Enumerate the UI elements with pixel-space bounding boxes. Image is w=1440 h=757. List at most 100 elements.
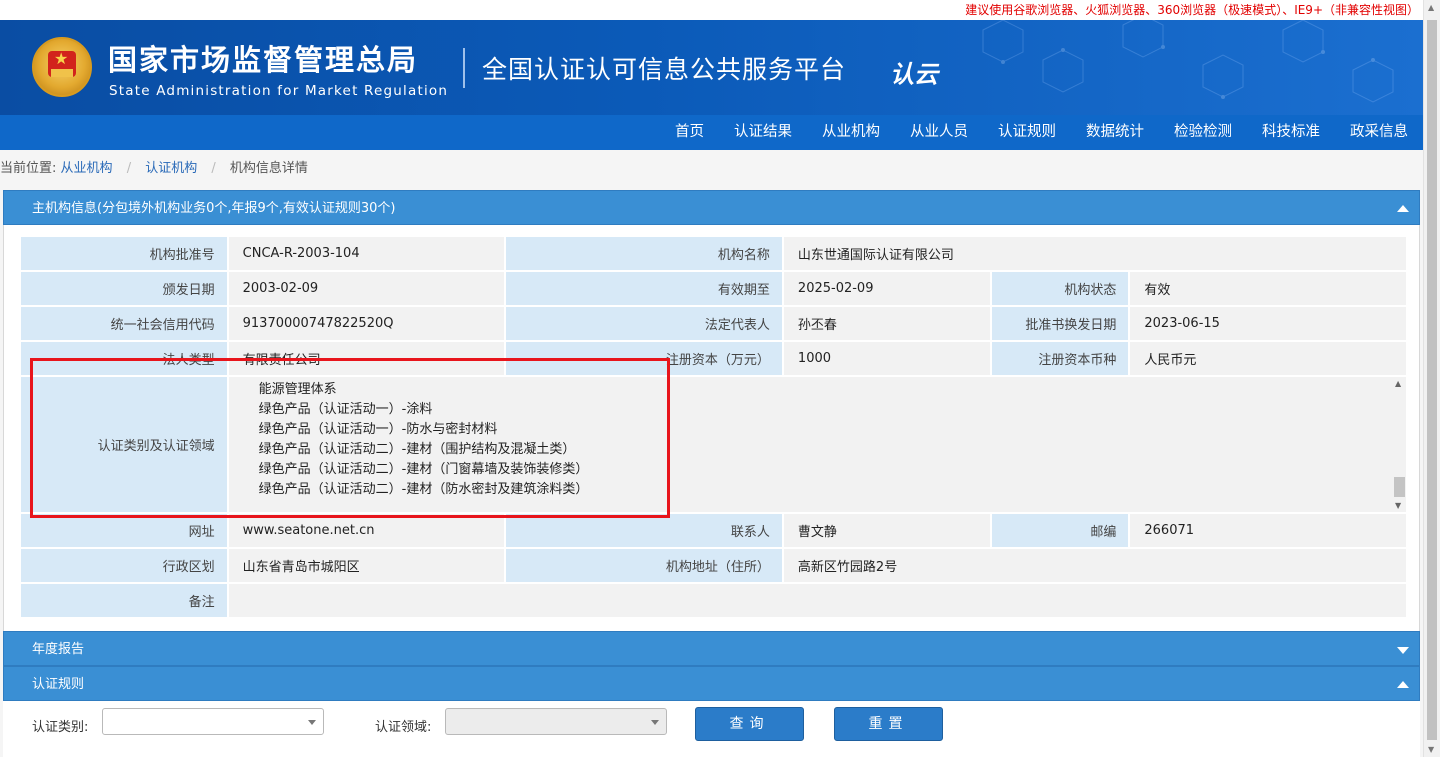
renewal-date-label: 批准书换发日期: [991, 307, 1129, 340]
nav-item-cert-results[interactable]: 认证结果: [719, 115, 807, 150]
scroll-down-icon[interactable]: ▼: [1395, 501, 1401, 510]
field-filter-label: 认证领域:: [375, 720, 432, 735]
issue-date-value: 2003-02-09: [228, 272, 505, 305]
platform-logo: 认云: [890, 59, 938, 89]
breadcrumb-prefix: 当前位置:: [0, 161, 57, 176]
reset-button[interactable]: 重置: [834, 707, 943, 741]
breadcrumb-institutions[interactable]: 从业机构: [61, 161, 113, 176]
address-value: 高新区竹园路2号: [783, 549, 1406, 582]
region-label: 行政区划: [21, 549, 227, 582]
main-info-title: 主机构信息(分包境外机构业务0个,年报9个,有效认证规则30个): [32, 201, 396, 216]
browser-notice: 建议使用谷歌浏览器、火狐浏览器、360浏览器（极速模式）、IE9+（非兼容性视图…: [0, 0, 1423, 20]
national-emblem-icon: ★: [32, 37, 92, 97]
annual-report-title: 年度报告: [32, 642, 85, 657]
scope-scrollbar[interactable]: ▲ ▼: [1392, 377, 1406, 512]
scope-item: 绿色产品（认证活动二）-建材（门窗幕墙及装饰装修类）: [258, 462, 589, 477]
collapse-arrow-icon[interactable]: [1397, 205, 1409, 212]
site-banner: ★ 国家市场监督管理总局 State Administration for Ma…: [0, 20, 1423, 115]
breadcrumb-current: 机构信息详情: [229, 161, 308, 176]
legal-rep-value: 孙丕春: [783, 307, 990, 340]
breadcrumb-separator: /: [211, 161, 216, 176]
expand-arrow-icon[interactable]: [1397, 647, 1409, 654]
nav-item-testing[interactable]: 检验检测: [1159, 115, 1247, 150]
main-nav: 首页 认证结果 从业机构 从业人员 认证规则 数据统计 检验检测 科技标准 政采…: [0, 115, 1423, 150]
name-label: 机构名称: [506, 237, 782, 270]
name-value: 山东世通国际认证有限公司: [783, 237, 1406, 270]
platform-title: 全国认证认可信息公共服务平台: [482, 55, 847, 84]
collapse-arrow-icon[interactable]: [1397, 681, 1409, 688]
scope-item: 绿色产品（认证活动一）-防水与密封材料: [258, 422, 498, 437]
nav-item-institutions[interactable]: 从业机构: [807, 115, 895, 150]
main-info-header[interactable]: 主机构信息(分包境外机构业务0个,年报9个,有效认证规则30个): [3, 190, 1420, 225]
chevron-down-icon: [651, 720, 659, 725]
nav-item-statistics[interactable]: 数据统计: [1071, 115, 1159, 150]
scope-item: 能源管理体系: [258, 382, 337, 397]
nav-item-cert-rules[interactable]: 认证规则: [983, 115, 1071, 150]
breadcrumb-separator: /: [126, 161, 132, 176]
approval-no-value: CNCA-R-2003-104: [228, 237, 505, 270]
capital-label: 注册资本（万元）: [506, 342, 782, 375]
page-scroll-thumb[interactable]: [1427, 20, 1437, 740]
status-value: 有效: [1130, 272, 1406, 305]
nav-item-home[interactable]: 首页: [660, 115, 719, 150]
legal-type-value: 有限责任公司: [228, 342, 505, 375]
contact-value: 曹文静: [783, 514, 990, 547]
valid-until-value: 2025-02-09: [783, 272, 990, 305]
address-label: 机构地址（住所）: [506, 549, 782, 582]
category-filter-label: 认证类别:: [32, 720, 89, 735]
scroll-down-icon[interactable]: ▼: [1428, 745, 1434, 754]
institution-info-table: 机构批准号 CNCA-R-2003-104 机构名称 山东世通国际认证有限公司 …: [19, 235, 1408, 619]
page-scrollbar[interactable]: ▲ ▼: [1423, 0, 1440, 757]
valid-until-label: 有效期至: [506, 272, 782, 305]
scope-item: 绿色产品（认证活动二）-建材（围护结构及混凝土类）: [258, 442, 576, 457]
scope-item: 绿色产品（认证活动一）-涂料: [258, 402, 433, 417]
scroll-up-icon[interactable]: ▲: [1428, 3, 1434, 12]
renewal-date-value: 2023-06-15: [1130, 307, 1406, 340]
remark-label: 备注: [21, 584, 227, 617]
scope-label: 认证类别及认证领域: [21, 377, 227, 512]
issue-date-label: 颁发日期: [21, 272, 227, 305]
legal-rep-label: 法定代表人: [506, 307, 782, 340]
postcode-value: 266071: [1130, 514, 1406, 547]
chevron-down-icon: [308, 720, 316, 725]
cert-rules-filter: 认证类别: 认证领域: 查询 重置: [3, 701, 1420, 757]
website-label: 网址: [21, 514, 227, 547]
currency-label: 注册资本币种: [991, 342, 1129, 375]
legal-type-label: 法人类型: [21, 342, 227, 375]
annual-report-panel: 年度报告: [3, 631, 1420, 666]
header-divider: [463, 48, 465, 88]
field-select[interactable]: [445, 708, 667, 735]
postcode-label: 邮编: [991, 514, 1129, 547]
credit-code-value: 91370000747822520Q: [228, 307, 505, 340]
page: 建议使用谷歌浏览器、火狐浏览器、360浏览器（极速模式）、IE9+（非兼容性视图…: [0, 0, 1423, 757]
currency-value: 人民币元: [1130, 342, 1406, 375]
cert-rules-header[interactable]: 认证规则: [3, 666, 1420, 701]
website-value: www.seatone.net.cn: [228, 514, 505, 547]
scope-scroll-thumb[interactable]: [1394, 477, 1405, 497]
annual-report-header[interactable]: 年度报告: [3, 631, 1420, 666]
scope-scrollbox[interactable]: 能源管理体系 绿色产品（认证活动一）-涂料 绿色产品（认证活动一）-防水与密封材…: [228, 377, 1406, 512]
credit-code-label: 统一社会信用代码: [21, 307, 227, 340]
scope-item: 绿色产品（认证活动二）-建材（防水密封及建筑涂料类）: [258, 482, 589, 497]
scope-cell: 能源管理体系 绿色产品（认证活动一）-涂料 绿色产品（认证活动一）-防水与密封材…: [228, 377, 1406, 512]
status-label: 机构状态: [991, 272, 1129, 305]
cert-rules-panel: 认证规则 认证类别: 认证领域: 查询 重置: [3, 666, 1420, 757]
capital-value: 1000: [783, 342, 990, 375]
org-name-en: State Administration for Market Regulati…: [109, 83, 449, 99]
scroll-up-icon[interactable]: ▲: [1395, 379, 1401, 388]
nav-item-personnel[interactable]: 从业人员: [895, 115, 983, 150]
breadcrumb-cert-bodies[interactable]: 认证机构: [145, 161, 197, 176]
remark-value: [228, 584, 1406, 617]
approval-no-label: 机构批准号: [21, 237, 227, 270]
main-info-body: 机构批准号 CNCA-R-2003-104 机构名称 山东世通国际认证有限公司 …: [3, 225, 1420, 662]
region-value: 山东省青岛市城阳区: [228, 549, 505, 582]
contact-label: 联系人: [506, 514, 782, 547]
query-button[interactable]: 查询: [695, 707, 804, 741]
scope-list: 能源管理体系 绿色产品（认证活动一）-涂料 绿色产品（认证活动一）-防水与密封材…: [229, 377, 1406, 500]
org-name-cn: 国家市场监督管理总局: [108, 43, 419, 77]
category-select[interactable]: [102, 708, 324, 735]
nav-item-standards[interactable]: 科技标准: [1247, 115, 1335, 150]
main-info-panel: 主机构信息(分包境外机构业务0个,年报9个,有效认证规则30个) 机构批准号 C…: [3, 190, 1420, 662]
nav-item-procurement[interactable]: 政采信息: [1335, 115, 1423, 150]
breadcrumb: 当前位置: 从业机构 / 认证机构 / 机构信息详情: [0, 150, 1423, 187]
